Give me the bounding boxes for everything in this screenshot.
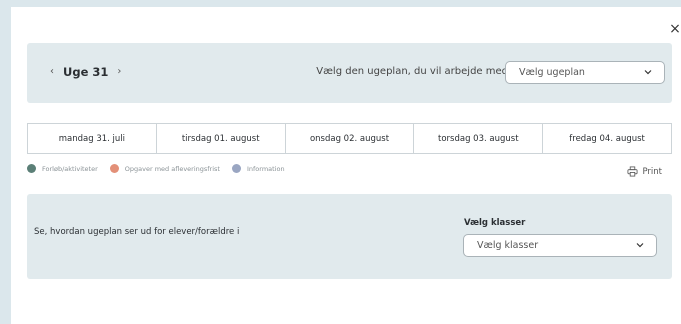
class-select[interactable]: Vælg klasser xyxy=(463,234,657,257)
week-plan-select[interactable]: Vælg ugeplan xyxy=(505,61,665,84)
chevron-down-icon xyxy=(636,243,644,248)
week-label: Uge 31 xyxy=(63,65,109,79)
close-icon[interactable]: × xyxy=(669,21,681,37)
plan-select-label: Vælg den ugeplan, du vil arbejde med xyxy=(316,66,508,77)
legend: Forløb/aktiviteter Opgaver med afleverin… xyxy=(27,164,297,173)
week-toolbar: ‹ Uge 31 › Vælg den ugeplan, du vil arbe… xyxy=(27,43,672,103)
print-button[interactable]: Print xyxy=(627,166,662,177)
legend-label: Opgaver med afleveringsfrist xyxy=(124,164,220,173)
legend-item: Opgaver med afleveringsfrist xyxy=(109,164,220,173)
next-week-icon[interactable]: › xyxy=(117,65,121,79)
legend-item: Information xyxy=(231,164,285,173)
week-plan-modal: × ‹ Uge 31 › Vælg den ugeplan, du vil ar… xyxy=(11,7,681,324)
class-select-value: Vælg klasser xyxy=(477,240,539,251)
day-thursday[interactable]: torsdag 03. august xyxy=(414,124,544,153)
legend-label: Information xyxy=(246,164,285,173)
print-label: Print xyxy=(642,166,662,177)
week-navigator: ‹ Uge 31 › xyxy=(50,65,121,79)
legend-dot xyxy=(27,164,36,173)
chevron-down-icon xyxy=(644,70,652,75)
day-tuesday[interactable]: tirsdag 01. august xyxy=(157,124,286,153)
preview-description: Se, hvordan ugeplan ser ud for elever/fo… xyxy=(34,227,240,237)
legend-dot xyxy=(109,164,119,173)
day-friday[interactable]: fredag 04. august xyxy=(543,124,671,153)
legend-item: Forløb/aktiviteter xyxy=(27,164,98,173)
printer-icon xyxy=(627,166,638,177)
preview-panel: Se, hvordan ugeplan ser ud for elever/fo… xyxy=(27,194,672,279)
weekday-header: mandag 31. juli tirsdag 01. august onsda… xyxy=(27,123,672,154)
day-wednesday[interactable]: onsdag 02. august xyxy=(286,124,415,153)
week-plan-select-value: Vælg ugeplan xyxy=(519,67,585,78)
legend-label: Forløb/aktiviteter xyxy=(42,164,98,173)
class-select-label: Vælg klasser xyxy=(464,218,526,228)
previous-week-icon[interactable]: ‹ xyxy=(50,65,54,79)
day-monday[interactable]: mandag 31. juli xyxy=(28,124,157,153)
legend-dot xyxy=(231,164,241,173)
